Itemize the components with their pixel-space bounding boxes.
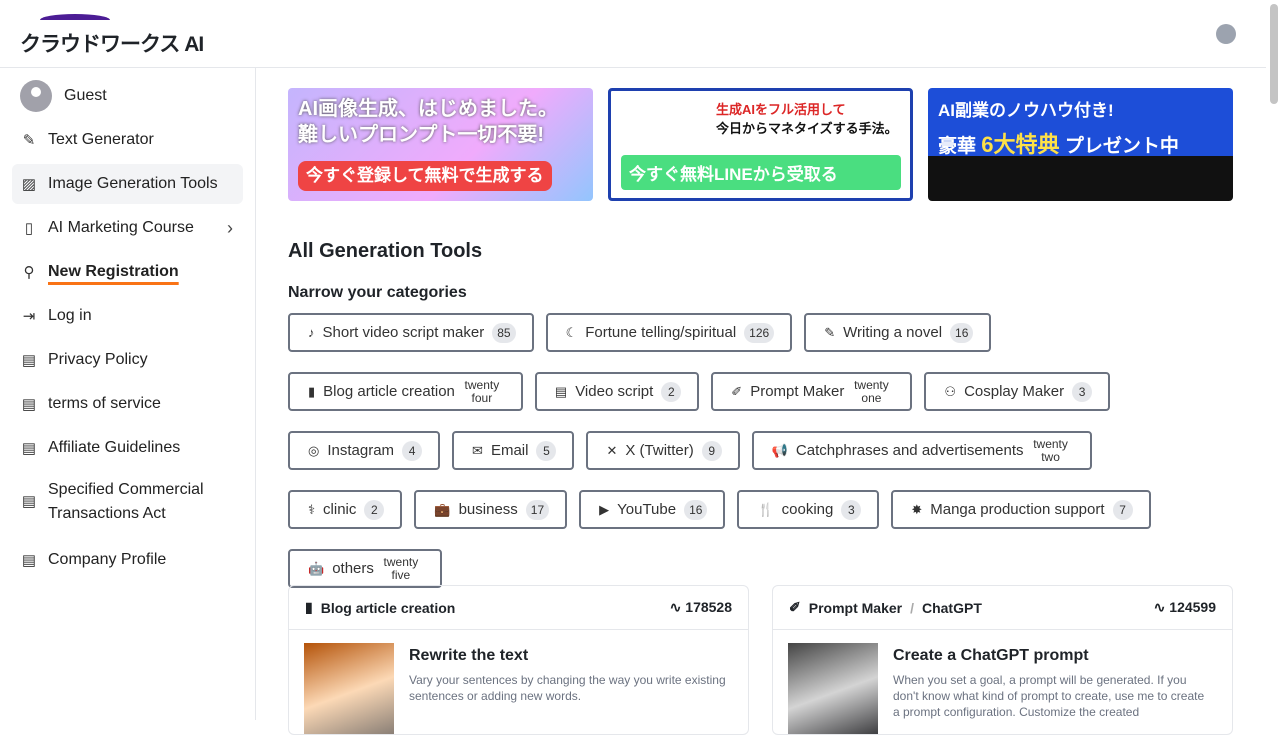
banner-cta: 今すぐ登録して無料で生成する (298, 161, 552, 191)
views-count: ∿ 124599 (1153, 599, 1216, 615)
document-icon: ▤ (21, 440, 37, 457)
category-icon: ✕ (606, 442, 618, 458)
category-icon: ☾ (565, 324, 578, 340)
count-badge: 3 (841, 499, 862, 520)
count-badge: twenty five (383, 554, 419, 582)
category-icon: ▤ (554, 383, 568, 399)
category-chip[interactable]: 💼 business 17 (414, 490, 568, 529)
scrollbar[interactable] (1270, 4, 1278, 104)
count-badge: 126 (744, 322, 775, 343)
sidebar-item-login[interactable]: ⇥ Log in (12, 296, 243, 336)
category-chip[interactable]: ✸ Manga production support 7 (891, 490, 1151, 529)
category-icon: 📢 (771, 442, 788, 458)
card-description: Vary your sentences by changing the way … (409, 673, 726, 703)
brush-icon: ✐ (789, 599, 801, 615)
views-count: ∿ 178528 (669, 599, 732, 615)
count-badge: 3 (1072, 381, 1093, 402)
category-chip[interactable]: 🍴 cooking 3 (737, 490, 880, 529)
category-chip[interactable]: ⚕ clinic 2 (288, 490, 403, 529)
count-badge: 16 (950, 322, 974, 343)
document-icon: ▤ (21, 552, 37, 569)
sidebar-item-image-generation[interactable]: ▨ Image Generation Tools (12, 164, 243, 204)
category-chip[interactable]: ▶ YouTube 16 (579, 490, 726, 529)
category-chip[interactable]: ☾ Fortune telling/spiritual 126 (545, 313, 793, 352)
sidebar-item-ai-marketing[interactable]: ▯ AI Marketing Course › (12, 208, 243, 248)
banner-image-generation[interactable]: AI画像生成、はじめました。 難しいプロンプト一切不要! 今すぐ登録して無料で生成す… (288, 88, 593, 201)
category-chip[interactable]: ◎ Instagram 4 (288, 431, 441, 470)
card-title: Create a ChatGPT prompt (893, 647, 1089, 664)
category-icon: ✎ (824, 324, 836, 340)
category-chip[interactable]: ▮ Blog article creation twenty four (288, 372, 523, 411)
sidebar-user[interactable]: Guest (12, 76, 243, 116)
login-icon: ⇥ (22, 308, 36, 325)
banner-cta: 今すぐ無料LINEから受取る (621, 155, 901, 190)
category-icon: ✐ (731, 383, 743, 399)
category-icon: ♪ (308, 325, 315, 340)
category-icon: ⚕ (308, 501, 316, 517)
count-badge: 85 (492, 322, 516, 343)
category-chip[interactable]: 🤖 others twenty five (288, 549, 442, 588)
sidebar-item-privacy[interactable]: ▤ Privacy Policy (12, 340, 243, 380)
category-chip[interactable]: ✉ Email 5 (452, 431, 575, 470)
count-badge: twenty four (464, 377, 500, 405)
book-icon: ▮ (305, 599, 313, 615)
avatar (20, 80, 52, 112)
category-chip[interactable]: ✐ Prompt Maker twenty one (711, 372, 913, 411)
count-badge: twenty one (854, 377, 889, 405)
category-icon: ◎ (308, 442, 320, 458)
count-badge: 7 (1112, 499, 1133, 520)
category-chip[interactable]: ⚇ Cosplay Maker 3 (924, 372, 1111, 411)
category-icon: ⚇ (944, 383, 957, 399)
sidebar-item-commercial-act[interactable]: ▤ Specified Commercial Transactions Act (12, 474, 243, 530)
category-icon: ▮ (308, 383, 316, 399)
card-description: When you set a goal, a prompt will be ge… (893, 673, 1205, 719)
category-icon: ✸ (911, 501, 923, 517)
count-badge: 5 (536, 440, 557, 461)
pencil-icon: ✎ (22, 132, 36, 149)
category-chip[interactable]: ✎ Writing a novel 16 (804, 313, 992, 352)
category-icon: ▶ (599, 501, 610, 517)
card-thumbnail (788, 643, 878, 734)
document-icon: ▤ (21, 352, 37, 369)
category-icon: 🤖 (308, 560, 325, 576)
document-icon: ▤ (21, 396, 37, 413)
category-chip[interactable]: ▤ Video script 2 (534, 372, 700, 411)
count-badge: 4 (402, 440, 423, 461)
sidebar-item-company[interactable]: ▤ Company Profile (12, 540, 243, 580)
category-icon: 💼 (434, 501, 451, 517)
card-thumbnail (304, 643, 394, 734)
count-badge: 17 (525, 499, 550, 520)
page-title: All Generation Tools (288, 240, 483, 262)
category-chip[interactable]: 📢 Catchphrases and advertisements twenty t… (751, 431, 1092, 470)
category-filters: ♪ Short video script maker 85 ☾ Fortune tell… (288, 313, 1188, 588)
user-circle-icon[interactable] (1216, 24, 1236, 44)
categories-heading: Narrow your categories (288, 284, 467, 301)
sidebar-item-terms[interactable]: ▤ terms of service (12, 384, 243, 424)
count-badge: 9 (701, 440, 722, 461)
card-title: Rewrite the text (409, 647, 529, 664)
category-icon: ✉ (472, 442, 483, 458)
category-icon: 🍴 (757, 501, 774, 517)
book-icon: ▯ (24, 220, 34, 237)
sidebar-item-text-generator[interactable]: ✎ Text Generator (12, 120, 243, 160)
sidebar-item-affiliate[interactable]: ▤ Affiliate Guidelines (12, 428, 243, 468)
count-badge: 2 (364, 499, 385, 520)
sidebar: Guest ✎ Text Generator ▨ Image Generation … (0, 68, 256, 720)
document-icon: ▤ (21, 493, 37, 510)
logo[interactable]: クラウドワークス AI (20, 14, 204, 56)
count-badge: 2 (661, 381, 682, 402)
count-badge: twenty two (1033, 436, 1068, 464)
tool-card[interactable]: ✐ Prompt Maker / ChatGPT ∿ 124599 Create a C… (772, 585, 1233, 735)
count-badge: 16 (684, 499, 708, 520)
category-chip[interactable]: ✕ X (Twitter) 9 (586, 431, 740, 470)
image-icon: ▨ (21, 176, 37, 193)
banner-bonus[interactable]: AI副業のノウハウ付き! 豪華 6大特典 プレゼント中 (928, 88, 1233, 201)
chevron-right-icon: › (227, 217, 233, 238)
banner-line[interactable]: 生成AIをフル活用して 今日からマネタイズする手法。 今すぐ無料LINEから受取る (608, 88, 913, 201)
header: クラウドワークス AI (0, 0, 1266, 68)
user-plus-icon: ⚲ (23, 264, 35, 281)
tool-card[interactable]: ▮ Blog article creation ∿ 178528 Rewrite t… (288, 585, 749, 735)
sidebar-item-new-registration[interactable]: ⚲ New Registration (12, 252, 243, 292)
category-chip[interactable]: ♪ Short video script maker 85 (288, 313, 534, 352)
